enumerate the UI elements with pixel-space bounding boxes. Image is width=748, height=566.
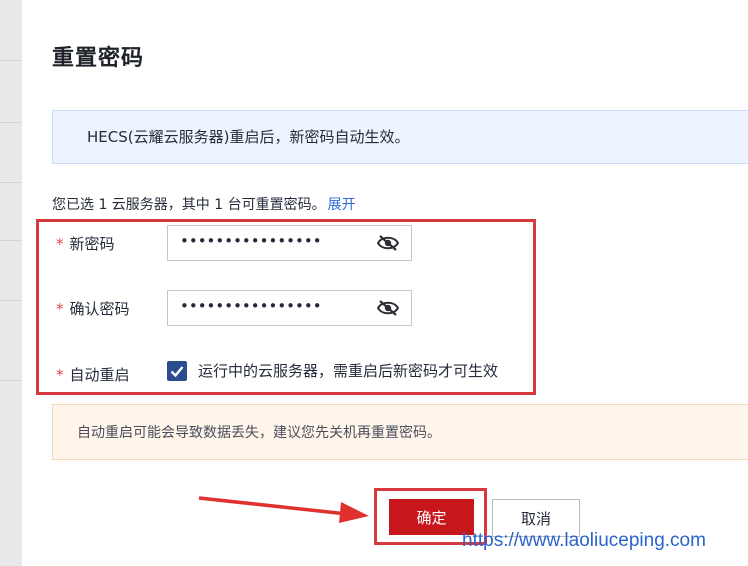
arrow-icon xyxy=(198,496,369,523)
info-alert: HECS(云耀云服务器)重启后，新密码自动生效。 xyxy=(52,110,748,164)
required-mark: * xyxy=(56,235,64,253)
info-alert-text: HECS(云耀云服务器)重启后，新密码自动生效。 xyxy=(87,128,410,146)
selection-summary-text: 您已选 1 云服务器，其中 1 台可重置密码。 xyxy=(52,197,326,213)
new-password-label: * 新密码 xyxy=(56,233,115,254)
eye-slash-icon[interactable] xyxy=(377,234,399,252)
confirm-password-input[interactable]: •••••••••••••••• xyxy=(167,290,412,326)
confirm-password-value: •••••••••••••••• xyxy=(180,297,322,315)
watermark-text: https://www.laoliuceping.com xyxy=(462,530,706,551)
new-password-label-text: 新密码 xyxy=(69,235,115,253)
required-mark: * xyxy=(56,300,64,318)
confirm-password-label: * 确认密码 xyxy=(56,298,130,319)
warning-alert: 自动重启可能会导致数据丢失，建议您先关机再重置密码。 xyxy=(52,404,748,460)
auto-restart-description: 运行中的云服务器，需重启后新密码才可生效 xyxy=(198,362,499,380)
eye-slash-icon[interactable] xyxy=(377,299,399,317)
background-divider xyxy=(0,182,22,183)
auto-restart-checkbox[interactable] xyxy=(167,361,187,381)
background-page xyxy=(0,0,22,566)
background-divider xyxy=(0,60,22,61)
expand-link[interactable]: 展开 xyxy=(328,197,356,213)
required-mark: * xyxy=(56,366,64,384)
background-divider xyxy=(0,240,22,241)
new-password-value: •••••••••••••••• xyxy=(180,232,322,250)
check-icon xyxy=(170,366,184,378)
dialog-title: 重置密码 xyxy=(52,46,145,71)
background-divider xyxy=(0,380,22,381)
auto-restart-label: * 自动重启 xyxy=(56,364,130,385)
new-password-input[interactable]: •••••••••••••••• xyxy=(167,225,412,261)
reset-password-dialog: 重置密码 HECS(云耀云服务器)重启后，新密码自动生效。 您已选 1 云服务器… xyxy=(22,0,748,566)
confirm-password-label-text: 确认密码 xyxy=(69,300,130,318)
auto-restart-label-text: 自动重启 xyxy=(69,366,130,384)
selection-summary: 您已选 1 云服务器，其中 1 台可重置密码。 展开 xyxy=(52,194,356,214)
warning-alert-text: 自动重启可能会导致数据丢失，建议您先关机再重置密码。 xyxy=(77,425,441,441)
background-divider xyxy=(0,122,22,123)
background-divider xyxy=(0,300,22,301)
